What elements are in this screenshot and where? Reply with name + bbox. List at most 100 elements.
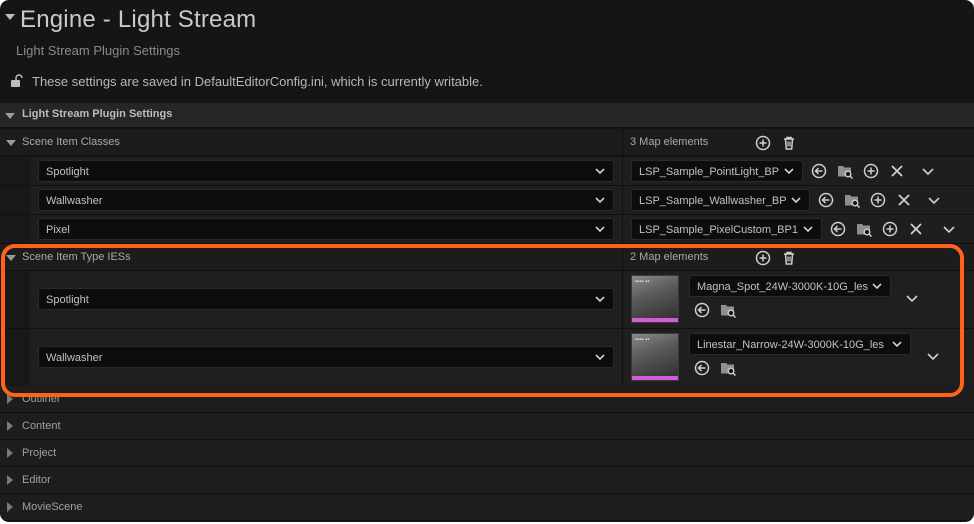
- key-dropdown[interactable]: Wallwasher: [38, 346, 614, 368]
- browse-folder-icon[interactable]: [837, 163, 853, 179]
- map-element-count: 2 Map elements: [630, 251, 709, 263]
- thumbnail-label-icon: ▪▪▪▪ ▪▪: [635, 279, 650, 285]
- category-outliner[interactable]: Outliner: [0, 386, 974, 413]
- page-title: Engine - Light Stream: [20, 6, 257, 33]
- category-label: Project: [22, 447, 57, 459]
- expand-arrow-icon[interactable]: [7, 394, 13, 404]
- ies-thumbnail[interactable]: ▪▪▪▪ ▪▪: [631, 275, 679, 323]
- indent-gutter: [0, 186, 30, 214]
- ies-entry-row: Spotlight ▪▪▪▪ ▪▪ Magna_Spot_24W-3000K-1…: [0, 271, 974, 329]
- close-icon[interactable]: [896, 192, 912, 208]
- scene-item-classes-row[interactable]: Scene Item Classes 3 Map elements: [0, 129, 974, 156]
- key-dropdown[interactable]: Spotlight: [38, 160, 614, 182]
- chevron-down-icon: [595, 226, 605, 233]
- ies-entry-row: Wallwasher ▪▪▪▪ ▪▪ Linestar_Narrow-24W-3…: [0, 329, 974, 387]
- class-picker[interactable]: LSP_Sample_Wallwasher_BP: [631, 189, 810, 211]
- close-icon[interactable]: [889, 163, 905, 179]
- use-selected-icon[interactable]: [818, 192, 834, 208]
- column-divider[interactable]: [622, 329, 623, 386]
- browse-folder-icon[interactable]: [720, 302, 736, 318]
- column-divider[interactable]: [622, 129, 623, 155]
- chevron-down-icon[interactable]: [941, 221, 957, 237]
- asset-type-bar: [632, 318, 678, 322]
- class-picker[interactable]: LSP_Sample_PixelCustom_BP1: [631, 218, 822, 240]
- thumbnail-label-icon: ▪▪▪▪ ▪▪: [635, 337, 650, 343]
- chevron-down-icon: [595, 168, 605, 175]
- unlock-icon: [11, 74, 23, 87]
- use-selected-icon[interactable]: [830, 221, 846, 237]
- scene-item-classes-label: Scene Item Classes: [22, 136, 120, 148]
- close-icon[interactable]: [908, 221, 924, 237]
- page-subtitle: Light Stream Plugin Settings: [16, 43, 181, 58]
- ies-asset-picker[interactable]: Magna_Spot_24W-3000K-10G_les: [689, 275, 891, 297]
- map-entry-row: Spotlight LSP_Sample_PointLight_BP: [0, 157, 974, 186]
- scene-item-type-ies-row[interactable]: Scene Item Type IESs 2 Map elements: [0, 244, 974, 271]
- key-dropdown[interactable]: Wallwasher: [38, 189, 614, 211]
- use-selected-icon[interactable]: [694, 360, 710, 376]
- column-divider[interactable]: [622, 215, 623, 243]
- browse-folder-icon[interactable]: [856, 221, 872, 237]
- ies-value: Magna_Spot_24W-3000K-10G_les: [697, 281, 869, 293]
- ies-thumbnail[interactable]: ▪▪▪▪ ▪▪: [631, 333, 679, 381]
- scene-item-type-ies-label: Scene Item Type IESs: [22, 251, 131, 263]
- indent-gutter: [0, 157, 30, 185]
- expand-arrow-icon[interactable]: [6, 255, 16, 261]
- class-picker[interactable]: LSP_Sample_PointLight_BP: [631, 160, 803, 182]
- expand-arrow-icon[interactable]: [6, 140, 16, 146]
- expand-arrow-icon[interactable]: [7, 448, 13, 458]
- category-label: Content: [22, 420, 61, 432]
- settings-window: Engine - Light Stream Light Stream Plugi…: [0, 0, 974, 522]
- map-element-count: 3 Map elements: [630, 136, 709, 148]
- add-circle-icon[interactable]: [755, 135, 771, 151]
- add-circle-icon[interactable]: [755, 250, 771, 266]
- chevron-down-icon[interactable]: [904, 290, 920, 306]
- use-selected-icon[interactable]: [694, 302, 710, 318]
- add-circle-icon[interactable]: [870, 192, 886, 208]
- expand-arrow-icon[interactable]: [7, 502, 13, 512]
- key-dropdown[interactable]: Pixel: [38, 218, 614, 240]
- browse-folder-icon[interactable]: [844, 192, 860, 208]
- chevron-down-icon: [892, 341, 902, 348]
- ies-value: Linestar_Narrow-24W-3000K-10G_les: [697, 339, 884, 351]
- key-value: Spotlight: [46, 294, 89, 306]
- add-circle-icon[interactable]: [863, 163, 879, 179]
- class-value: LSP_Sample_Wallwasher_BP: [639, 195, 787, 207]
- column-divider[interactable]: [622, 157, 623, 185]
- category-label: Editor: [22, 474, 51, 486]
- chevron-down-icon[interactable]: [920, 163, 936, 179]
- add-circle-icon[interactable]: [882, 221, 898, 237]
- trash-icon[interactable]: [781, 135, 797, 151]
- browse-folder-icon[interactable]: [720, 360, 736, 376]
- plugin-settings-section[interactable]: Light Stream Plugin Settings: [0, 103, 974, 128]
- key-dropdown[interactable]: Spotlight: [38, 288, 614, 310]
- key-value: Pixel: [46, 224, 70, 236]
- chevron-down-icon: [595, 296, 605, 303]
- category-project[interactable]: Project: [0, 440, 974, 467]
- chevron-down-icon[interactable]: [925, 348, 941, 364]
- key-value: Wallwasher: [46, 195, 103, 207]
- column-divider[interactable]: [622, 186, 623, 214]
- chevron-down-icon: [803, 226, 813, 233]
- collapse-arrow-icon[interactable]: [5, 14, 15, 20]
- category-label: Outliner: [22, 393, 61, 405]
- trash-icon[interactable]: [781, 250, 797, 266]
- column-divider[interactable]: [622, 244, 623, 270]
- map-entry-row: Pixel LSP_Sample_PixelCustom_BP1: [0, 215, 974, 244]
- chevron-down-icon: [791, 197, 801, 204]
- asset-type-bar: [632, 376, 678, 380]
- category-content[interactable]: Content: [0, 413, 974, 440]
- category-editor[interactable]: Editor: [0, 467, 974, 494]
- column-divider[interactable]: [622, 271, 623, 328]
- chevron-down-icon: [595, 354, 605, 361]
- category-moviescene[interactable]: MovieScene: [0, 494, 974, 521]
- expand-arrow-icon[interactable]: [7, 475, 13, 485]
- chevron-down-icon: [872, 283, 882, 290]
- chevron-down-icon[interactable]: [926, 192, 942, 208]
- ies-asset-picker[interactable]: Linestar_Narrow-24W-3000K-10G_les: [689, 333, 911, 355]
- indent-gutter: [0, 215, 30, 243]
- use-selected-icon[interactable]: [811, 163, 827, 179]
- category-label: MovieScene: [22, 501, 83, 513]
- expand-arrow-icon[interactable]: [7, 421, 13, 431]
- class-value: LSP_Sample_PointLight_BP: [639, 166, 780, 178]
- expand-arrow-icon[interactable]: [5, 113, 15, 119]
